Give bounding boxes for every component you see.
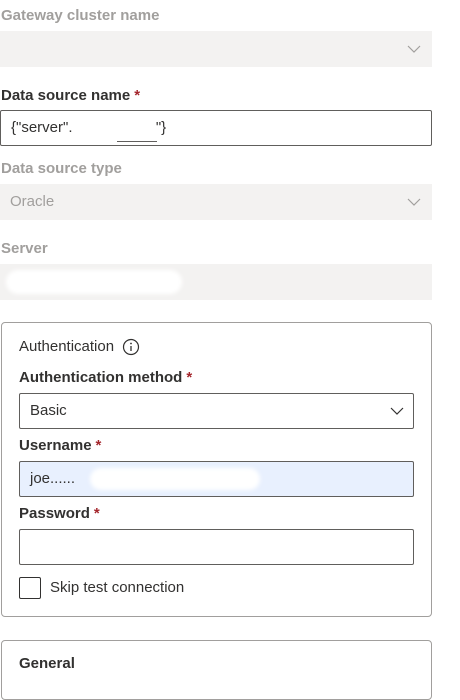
- server-input[interactable]: [0, 264, 432, 300]
- username-value: joe......: [30, 470, 76, 487]
- skip-test-connection-label: Skip test connection: [50, 579, 185, 596]
- chevron-down-icon: [407, 198, 421, 206]
- authentication-title: Authentication: [19, 338, 115, 355]
- username-redaction: [90, 468, 260, 490]
- server-label: Server: [1, 240, 48, 257]
- password-input[interactable]: [19, 529, 414, 565]
- gateway-cluster-dropdown[interactable]: [0, 31, 432, 67]
- authentication-header: Authentication: [19, 338, 140, 356]
- skip-test-connection-row[interactable]: Skip test connection: [19, 577, 184, 599]
- data-source-name-value: {"server". "}: [11, 119, 167, 136]
- data-source-type-label: Data source type: [1, 160, 122, 177]
- required-mark: *: [186, 369, 193, 386]
- data-source-name-label: Data source name *: [1, 87, 140, 105]
- password-label-text: Password: [19, 505, 90, 522]
- general-card: General: [1, 640, 432, 700]
- authentication-method-value: Basic: [30, 402, 67, 419]
- skip-test-connection-checkbox[interactable]: [19, 577, 41, 599]
- required-mark: *: [95, 437, 102, 454]
- authentication-method-label-text: Authentication method: [19, 369, 183, 386]
- username-label-text: Username: [19, 437, 92, 454]
- required-mark: *: [93, 505, 100, 522]
- data-source-type-value: Oracle: [10, 193, 55, 210]
- server-redaction: [6, 270, 182, 294]
- chevron-down-icon: [390, 407, 404, 415]
- gateway-cluster-label: Gateway cluster name: [1, 7, 160, 24]
- info-icon[interactable]: [122, 338, 140, 356]
- data-source-type-dropdown[interactable]: Oracle: [0, 184, 432, 220]
- chevron-down-icon: [407, 45, 421, 53]
- username-input[interactable]: joe......: [19, 461, 414, 497]
- authentication-card: Authentication Authentication method * Ba…: [1, 322, 432, 617]
- password-label: Password *: [19, 505, 100, 523]
- text-cursor-underline: [117, 141, 157, 142]
- general-title: General: [19, 655, 75, 672]
- data-source-name-label-text: Data source name: [1, 87, 131, 104]
- username-label: Username *: [19, 437, 101, 455]
- authentication-method-label: Authentication method *: [19, 369, 192, 387]
- authentication-method-dropdown[interactable]: Basic: [19, 393, 414, 429]
- required-mark: *: [134, 87, 141, 104]
- data-source-name-input[interactable]: {"server". "}: [0, 110, 432, 146]
